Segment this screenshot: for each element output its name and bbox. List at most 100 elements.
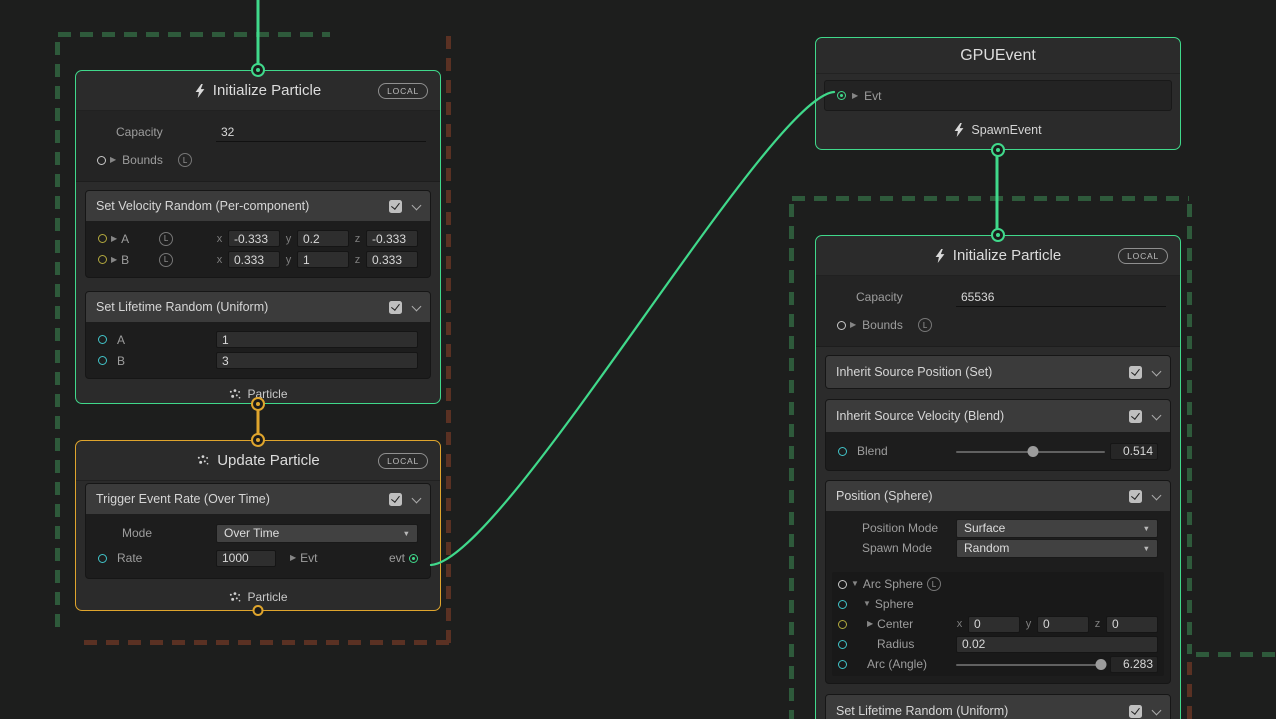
context-node-initialize-particle-right[interactable]: Initialize Particle LOCAL Capacity 65536… bbox=[815, 235, 1181, 719]
bounds-port[interactable] bbox=[837, 321, 846, 330]
block-enabled-checkbox[interactable] bbox=[1129, 366, 1142, 379]
value-field[interactable]: 3 bbox=[216, 352, 418, 369]
foldout-closed-icon[interactable]: ▶ bbox=[111, 256, 117, 264]
value-field[interactable]: 1 bbox=[216, 331, 418, 348]
system-border-dash bbox=[792, 196, 1189, 201]
radius-port[interactable] bbox=[838, 640, 847, 649]
block-title: Inherit Source Velocity (Blend) bbox=[836, 409, 1004, 423]
foldout-closed-icon[interactable]: ▶ bbox=[867, 620, 873, 628]
block-enabled-checkbox[interactable] bbox=[1129, 410, 1142, 423]
chevron-down-icon[interactable] bbox=[411, 494, 421, 504]
context-node-gpu-event[interactable]: GPUEvent ▶ Evt SpawnEvent bbox=[815, 37, 1181, 150]
blend-slider[interactable] bbox=[956, 445, 1105, 458]
sphere-port[interactable] bbox=[838, 600, 847, 609]
arc-angle-port[interactable] bbox=[838, 660, 847, 669]
evt-output-port[interactable] bbox=[409, 554, 418, 563]
slider-handle[interactable] bbox=[1095, 659, 1106, 670]
block-set-lifetime-random[interactable]: Set Lifetime Random (Uniform) bbox=[825, 694, 1171, 719]
flow-output-connector[interactable] bbox=[991, 143, 1005, 157]
port-b[interactable] bbox=[98, 255, 107, 264]
bounds-port[interactable] bbox=[97, 156, 106, 165]
node-header[interactable]: Update Particle LOCAL bbox=[76, 441, 440, 481]
edge-evt-to-gpuevent[interactable] bbox=[431, 92, 834, 565]
block-enabled-checkbox[interactable] bbox=[1129, 490, 1142, 503]
vector-y-field[interactable]: 0.2 bbox=[297, 230, 349, 247]
center-z-field[interactable]: 0 bbox=[1106, 616, 1158, 633]
foldout-closed-icon[interactable]: ▶ bbox=[111, 235, 117, 243]
vector-x-field[interactable]: -0.333 bbox=[228, 230, 280, 247]
arc-sphere-port[interactable] bbox=[838, 580, 847, 589]
block-trigger-event-rate[interactable]: Trigger Event Rate (Over Time) Mode Over… bbox=[85, 483, 431, 579]
block-inherit-source-position[interactable]: Inherit Source Position (Set) bbox=[825, 355, 1171, 389]
chevron-down-icon[interactable] bbox=[1151, 491, 1161, 501]
foldout-open-icon[interactable]: ▼ bbox=[863, 600, 871, 608]
vector-z-field[interactable]: -0.333 bbox=[366, 230, 418, 247]
chevron-down-icon[interactable] bbox=[1151, 411, 1161, 421]
flow-output-connector[interactable] bbox=[251, 397, 265, 411]
flow-input-connector[interactable] bbox=[251, 63, 265, 77]
port-b[interactable] bbox=[98, 356, 107, 365]
node-header[interactable]: Initialize Particle LOCAL bbox=[76, 71, 440, 111]
blend-value-field[interactable]: 0.514 bbox=[1110, 443, 1158, 460]
axis-x-label: x bbox=[956, 618, 963, 630]
block-enabled-checkbox[interactable] bbox=[389, 493, 402, 506]
chevron-down-icon[interactable] bbox=[1151, 706, 1161, 716]
node-header[interactable]: Initialize Particle LOCAL bbox=[816, 236, 1180, 276]
vector-y-field[interactable]: 1 bbox=[297, 251, 349, 268]
capacity-field[interactable]: 65536 bbox=[956, 287, 1166, 307]
context-node-update-particle[interactable]: Update Particle LOCAL Trigger Event Rate… bbox=[75, 440, 441, 611]
chevron-down-icon[interactable] bbox=[411, 201, 421, 211]
block-header[interactable]: Trigger Event Rate (Over Time) bbox=[86, 484, 430, 514]
blend-port[interactable] bbox=[838, 447, 847, 456]
block-header[interactable]: Inherit Source Velocity (Blend) bbox=[826, 400, 1170, 432]
flow-input-connector[interactable] bbox=[991, 228, 1005, 242]
vector-z-field[interactable]: 0.333 bbox=[366, 251, 418, 268]
system-border-dash bbox=[55, 42, 60, 632]
block-enabled-checkbox[interactable] bbox=[389, 301, 402, 314]
center-x-field[interactable]: 0 bbox=[968, 616, 1020, 633]
slider-handle[interactable] bbox=[1028, 446, 1039, 457]
block-inherit-source-velocity[interactable]: Inherit Source Velocity (Blend) Blend 0.… bbox=[825, 399, 1171, 471]
port-a[interactable] bbox=[98, 335, 107, 344]
position-mode-dropdown[interactable]: Surface ▼ bbox=[956, 519, 1158, 538]
block-title: Set Velocity Random (Per-component) bbox=[96, 199, 309, 213]
block-set-lifetime-random[interactable]: Set Lifetime Random (Uniform) A 1 bbox=[85, 291, 431, 379]
flow-input-connector[interactable] bbox=[251, 433, 265, 447]
block-enabled-checkbox[interactable] bbox=[389, 200, 402, 213]
rate-field[interactable]: 1000 bbox=[216, 550, 276, 567]
block-header[interactable]: Set Lifetime Random (Uniform) bbox=[826, 695, 1170, 719]
spawn-mode-dropdown[interactable]: Random ▼ bbox=[956, 539, 1158, 558]
foldout-closed-icon[interactable]: ▶ bbox=[110, 156, 116, 164]
foldout-closed-icon[interactable]: ▶ bbox=[850, 321, 856, 329]
block-header[interactable]: Inherit Source Position (Set) bbox=[826, 356, 1170, 388]
sphere-row: ▼ Sphere bbox=[832, 594, 1164, 614]
evt-input-port[interactable] bbox=[837, 91, 846, 100]
vector-x-field[interactable]: 0.333 bbox=[228, 251, 280, 268]
block-header[interactable]: Set Lifetime Random (Uniform) bbox=[86, 292, 430, 322]
bounds-label: Bounds bbox=[862, 318, 914, 332]
block-header[interactable]: Set Velocity Random (Per-component) bbox=[86, 191, 430, 221]
block-enabled-checkbox[interactable] bbox=[1129, 705, 1142, 718]
arc-angle-value-field[interactable]: 6.283 bbox=[1110, 656, 1158, 673]
chevron-down-icon[interactable] bbox=[1151, 367, 1161, 377]
foldout-open-icon[interactable]: ▼ bbox=[851, 580, 859, 588]
port-a[interactable] bbox=[98, 234, 107, 243]
center-y-field[interactable]: 0 bbox=[1037, 616, 1089, 633]
block-header[interactable]: Position (Sphere) bbox=[826, 481, 1170, 511]
linked-badge-icon: L bbox=[918, 318, 932, 332]
block-body: Position Mode Surface ▼ Spawn Mode bbox=[826, 511, 1170, 683]
mode-dropdown[interactable]: Over Time ▼ bbox=[216, 524, 418, 543]
block-set-velocity-random[interactable]: Set Velocity Random (Per-component) ▶ A … bbox=[85, 190, 431, 278]
arc-angle-slider[interactable] bbox=[956, 658, 1105, 671]
node-header[interactable]: GPUEvent bbox=[816, 38, 1180, 74]
rate-port[interactable] bbox=[98, 554, 107, 563]
vfx-graph-canvas[interactable]: Initialize Particle LOCAL Capacity 32 ▶ … bbox=[0, 0, 1276, 719]
flow-output-text: Particle bbox=[247, 590, 287, 604]
block-position-sphere[interactable]: Position (Sphere) Position Mode Surface … bbox=[825, 480, 1171, 684]
flow-output-connector[interactable] bbox=[253, 605, 264, 616]
capacity-field[interactable]: 32 bbox=[216, 122, 426, 142]
radius-field[interactable]: 0.02 bbox=[956, 636, 1158, 653]
chevron-down-icon[interactable] bbox=[411, 302, 421, 312]
context-node-initialize-particle-left[interactable]: Initialize Particle LOCAL Capacity 32 ▶ … bbox=[75, 70, 441, 404]
center-port[interactable] bbox=[838, 620, 847, 629]
